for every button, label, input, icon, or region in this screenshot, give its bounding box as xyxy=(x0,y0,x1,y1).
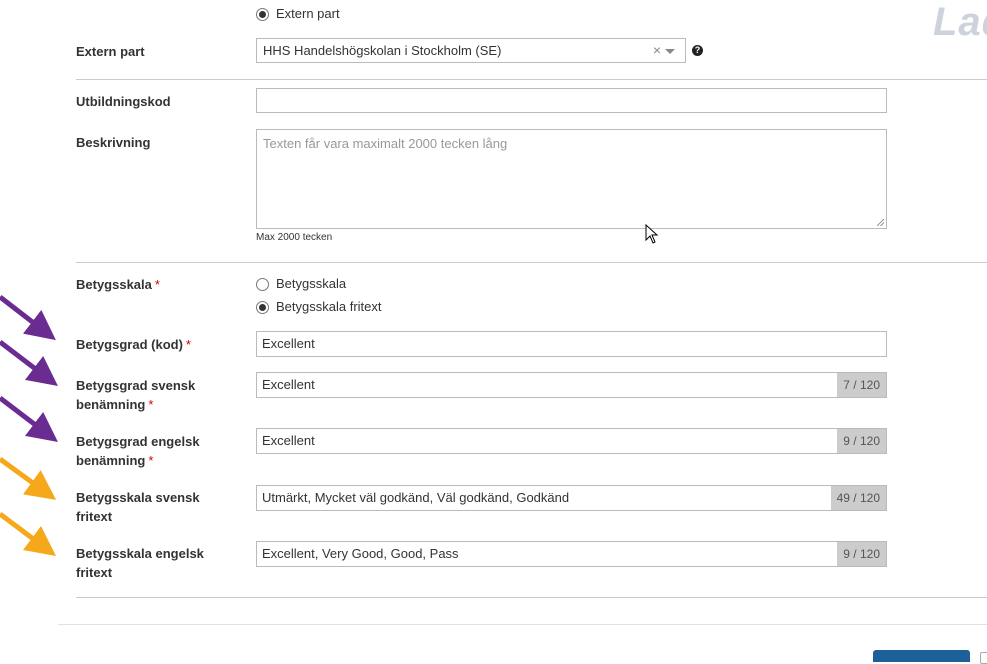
betygsskala-engelsk-fritext-value: Excellent, Very Good, Good, Pass xyxy=(262,546,459,561)
orange-arrow xyxy=(0,456,57,500)
char-counter: 49 / 120 xyxy=(830,486,886,510)
footer-divider xyxy=(58,624,987,625)
betygsskala-fritext-option[interactable]: Betygsskala fritext xyxy=(256,299,382,315)
extern-part-value: HHS Handelshögskolan i Stockholm (SE) xyxy=(263,43,502,58)
betygsgrad-svensk-input[interactable]: Excellent 7 / 120 xyxy=(256,372,887,398)
beskrivning-placeholder: Texten får vara maximalt 2000 tecken lån… xyxy=(263,136,508,151)
orange-arrow xyxy=(0,512,56,556)
betygsskala-svensk-fritext-value: Utmärkt, Mycket väl godkänd, Väl godkänd… xyxy=(262,490,570,505)
betygsskala-label: Betygsskala * xyxy=(76,277,160,292)
radio-checked-icon[interactable] xyxy=(256,300,269,314)
betygsgrad-svensk-label: Betygsgrad svensk benämning * xyxy=(76,378,196,412)
purple-arrow xyxy=(0,295,56,341)
secondary-button[interactable] xyxy=(980,652,987,664)
utbildningskod-input[interactable] xyxy=(256,88,887,113)
extern-part-select[interactable]: HHS Handelshögskolan i Stockholm (SE) × xyxy=(256,38,686,63)
annotation-arrows xyxy=(0,295,58,556)
chevron-down-icon[interactable] xyxy=(665,49,675,54)
betygsgrad-svensk-value: Excellent xyxy=(262,377,315,392)
radio-unchecked-icon[interactable] xyxy=(256,277,269,291)
logo-text: Lad xyxy=(933,0,987,44)
extern-part-radio-label: Extern part xyxy=(276,6,340,21)
purple-arrow xyxy=(0,396,58,443)
betygsskala-option-label: Betygsskala xyxy=(276,276,347,291)
betygsgrad-kod-label: Betygsgrad (kod) * xyxy=(76,337,191,352)
divider xyxy=(76,597,987,598)
char-counter: 7 / 120 xyxy=(837,373,886,397)
betygsgrad-kod-input[interactable]: Excellent xyxy=(256,331,887,357)
betygsskala-svensk-fritext-input[interactable]: Utmärkt, Mycket väl godkänd, Väl godkänd… xyxy=(256,485,887,511)
resize-handle-icon[interactable] xyxy=(877,219,884,226)
betygsgrad-kod-value: Excellent xyxy=(262,336,315,351)
utbildningskod-label: Utbildningskod xyxy=(76,94,171,109)
betygsskala-svensk-fritext-label: Betygsskala svensk fritext xyxy=(76,490,200,524)
betygsgrad-engelsk-input[interactable]: Excellent 9 / 120 xyxy=(256,428,887,454)
char-counter: 9 / 120 xyxy=(837,429,886,453)
purple-arrow xyxy=(0,340,58,387)
divider xyxy=(76,79,987,80)
help-icon[interactable]: ? xyxy=(692,45,703,56)
betygsgrad-engelsk-value: Excellent xyxy=(262,433,315,448)
betygsskala-engelsk-fritext-label: Betygsskala engelsk fritext xyxy=(76,546,204,580)
char-counter: 9 / 120 xyxy=(837,542,886,566)
extern-part-radio[interactable]: Extern part xyxy=(256,6,340,22)
beskrivning-hint: Max 2000 tecken xyxy=(256,232,333,243)
betygsskala-option[interactable]: Betygsskala xyxy=(256,276,346,292)
mouse-cursor-icon xyxy=(645,224,659,244)
extern-part-label: Extern part xyxy=(76,44,145,59)
betygsgrad-engelsk-label: Betygsgrad engelsk benämning * xyxy=(76,434,200,468)
divider xyxy=(76,262,987,263)
radio-checked-icon[interactable] xyxy=(256,7,269,21)
beskrivning-textarea[interactable]: Texten får vara maximalt 2000 tecken lån… xyxy=(256,129,887,229)
clear-icon[interactable]: × xyxy=(653,39,661,62)
betygsskala-fritext-option-label: Betygsskala fritext xyxy=(276,299,382,314)
primary-button[interactable] xyxy=(873,650,970,662)
betygsskala-engelsk-fritext-input[interactable]: Excellent, Very Good, Good, Pass 9 / 120 xyxy=(256,541,887,567)
beskrivning-label: Beskrivning xyxy=(76,135,151,150)
